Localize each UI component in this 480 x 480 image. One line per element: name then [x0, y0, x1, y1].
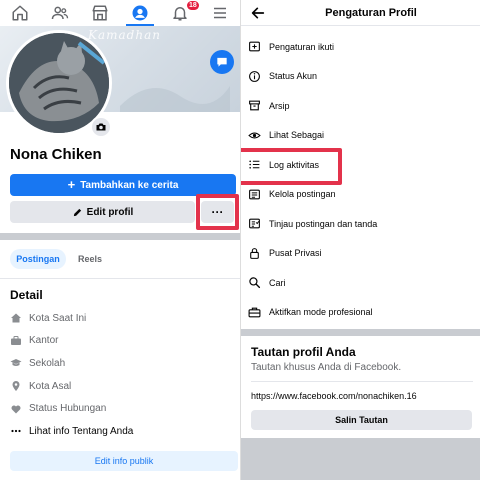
copy-link-button[interactable]: Salin Tautan: [251, 410, 472, 430]
messenger-button[interactable]: [210, 50, 234, 74]
friends-icon: [51, 6, 69, 20]
eye-icon: [248, 132, 261, 139]
briefcase-icon: [248, 307, 261, 318]
page-title: Pengaturan Profil: [325, 6, 417, 19]
detail-title: Detail: [10, 288, 43, 302]
briefcase-icon: [11, 335, 21, 345]
section-divider: [0, 233, 240, 240]
review-tags-icon: [249, 218, 260, 229]
detail-label: Kota Asal: [29, 380, 72, 392]
highlight-box-more: [196, 194, 239, 230]
heart-icon: [11, 405, 21, 414]
archive-icon: [249, 100, 260, 111]
change-photo-button[interactable]: [90, 116, 112, 138]
settings-header: Pengaturan Profil: [241, 0, 480, 26]
profile-panel: 18 Kamadhan Nona Chiken + Tambahkan ke c…: [0, 0, 240, 480]
detail-label: Kota Saat Ini: [29, 312, 87, 324]
detail-label: Status Hubungan: [29, 403, 107, 415]
menu-item-label: Aktifkan mode profesional: [269, 307, 373, 318]
add-story-label: Tambahkan ke cerita: [80, 179, 179, 191]
edit-profile-button[interactable]: Edit profil: [10, 201, 195, 223]
manage-posts-icon: [249, 189, 260, 200]
detail-school[interactable]: Sekolah: [10, 352, 235, 375]
menu-item-label: Arsip: [269, 100, 290, 111]
detail-workplace[interactable]: Kantor: [10, 330, 235, 353]
graduation-cap-icon: [10, 359, 22, 367]
profile-icon: [132, 5, 148, 21]
menu-item-account-status[interactable]: Status Akun: [241, 62, 480, 92]
edit-public-info-button[interactable]: Edit info publik: [10, 451, 238, 471]
edit-profile-label: Edit profil: [86, 206, 134, 218]
detail-hometown[interactable]: Kota Asal: [10, 375, 235, 398]
menu-item-professional-mode[interactable]: Aktifkan mode profesional: [241, 298, 480, 328]
detail-current-city[interactable]: Kota Saat Ini: [10, 307, 235, 330]
nav-marketplace[interactable]: [80, 0, 120, 26]
menu-item-search[interactable]: Cari: [241, 268, 480, 298]
notification-badge: 18: [187, 1, 199, 10]
menu-item-label: Kelola postingan: [269, 189, 336, 200]
profile-link-subtitle: Tautan khusus Anda di Facebook.: [251, 362, 402, 373]
settings-follow-icon: [249, 41, 260, 52]
nav-friends[interactable]: [40, 0, 80, 26]
link-separator: [251, 381, 473, 382]
detail-label: Lihat info Tentang Anda: [29, 425, 134, 437]
cover-text: Kamadhan: [88, 28, 161, 42]
home-icon: [12, 5, 28, 21]
search-icon: [249, 277, 261, 289]
profile-link-url[interactable]: https://www.facebook.com/nonachiken.16: [251, 391, 417, 401]
detail-label: Kantor: [29, 335, 59, 347]
menu-item-review-posts-tags[interactable]: Tinjau postingan dan tanda: [241, 209, 480, 239]
profile-link-title: Tautan profil Anda: [251, 345, 356, 359]
more-dots-icon: [11, 430, 21, 433]
section-divider: [241, 329, 480, 336]
lock-icon: [250, 247, 259, 259]
menu-item-label: Cari: [269, 277, 286, 288]
detail-list: Kota Saat Ini Kantor Sekolah Kota Asal S…: [10, 307, 235, 443]
location-pin-icon: [12, 381, 20, 392]
marketplace-icon: [92, 5, 108, 21]
menu-item-label: Pusat Privasi: [269, 248, 322, 259]
back-arrow-icon: [251, 7, 265, 19]
nav-notifications[interactable]: 18: [160, 0, 200, 26]
menu-item-label: Pengaturan ikuti: [269, 41, 335, 52]
bottom-divider: [241, 438, 480, 480]
add-story-button[interactable]: + Tambahkan ke cerita: [10, 174, 236, 196]
plus-icon: +: [67, 177, 76, 192]
profile-settings-panel: Pengaturan Profil Pengaturan ikuti Statu…: [240, 0, 480, 480]
info-icon: [249, 70, 260, 82]
top-navigation: 18: [0, 0, 240, 26]
menu-item-privacy-center[interactable]: Pusat Privasi: [241, 239, 480, 269]
menu-item-label: Status Akun: [269, 71, 318, 82]
profile-name: Nona Chiken: [10, 146, 102, 163]
camera-icon: [96, 123, 106, 131]
detail-label: Sekolah: [29, 357, 66, 369]
home-icon: [11, 313, 21, 323]
messenger-icon: [217, 57, 227, 67]
nav-menu[interactable]: [200, 0, 240, 26]
detail-relationship[interactable]: Status Hubungan: [10, 397, 235, 420]
detail-see-about[interactable]: Lihat info Tentang Anda: [10, 420, 235, 443]
pencil-icon: [73, 208, 81, 216]
menu-item-follow-settings[interactable]: Pengaturan ikuti: [241, 32, 480, 62]
nav-home[interactable]: [0, 0, 40, 26]
menu-item-label: Lihat Sebagai: [269, 130, 325, 141]
tab-posts[interactable]: Postingan: [10, 249, 66, 269]
tab-reels[interactable]: Reels: [70, 249, 110, 269]
highlight-box-activity-log: [241, 148, 342, 185]
menu-item-archive[interactable]: Arsip: [241, 91, 480, 121]
back-button[interactable]: [249, 4, 267, 22]
menu-item-view-as[interactable]: Lihat Sebagai: [241, 121, 480, 151]
tabs-divider: [0, 278, 240, 279]
menu-icon: [214, 7, 226, 19]
nav-profile[interactable]: [120, 0, 160, 26]
menu-item-label: Tinjau postingan dan tanda: [269, 218, 378, 229]
